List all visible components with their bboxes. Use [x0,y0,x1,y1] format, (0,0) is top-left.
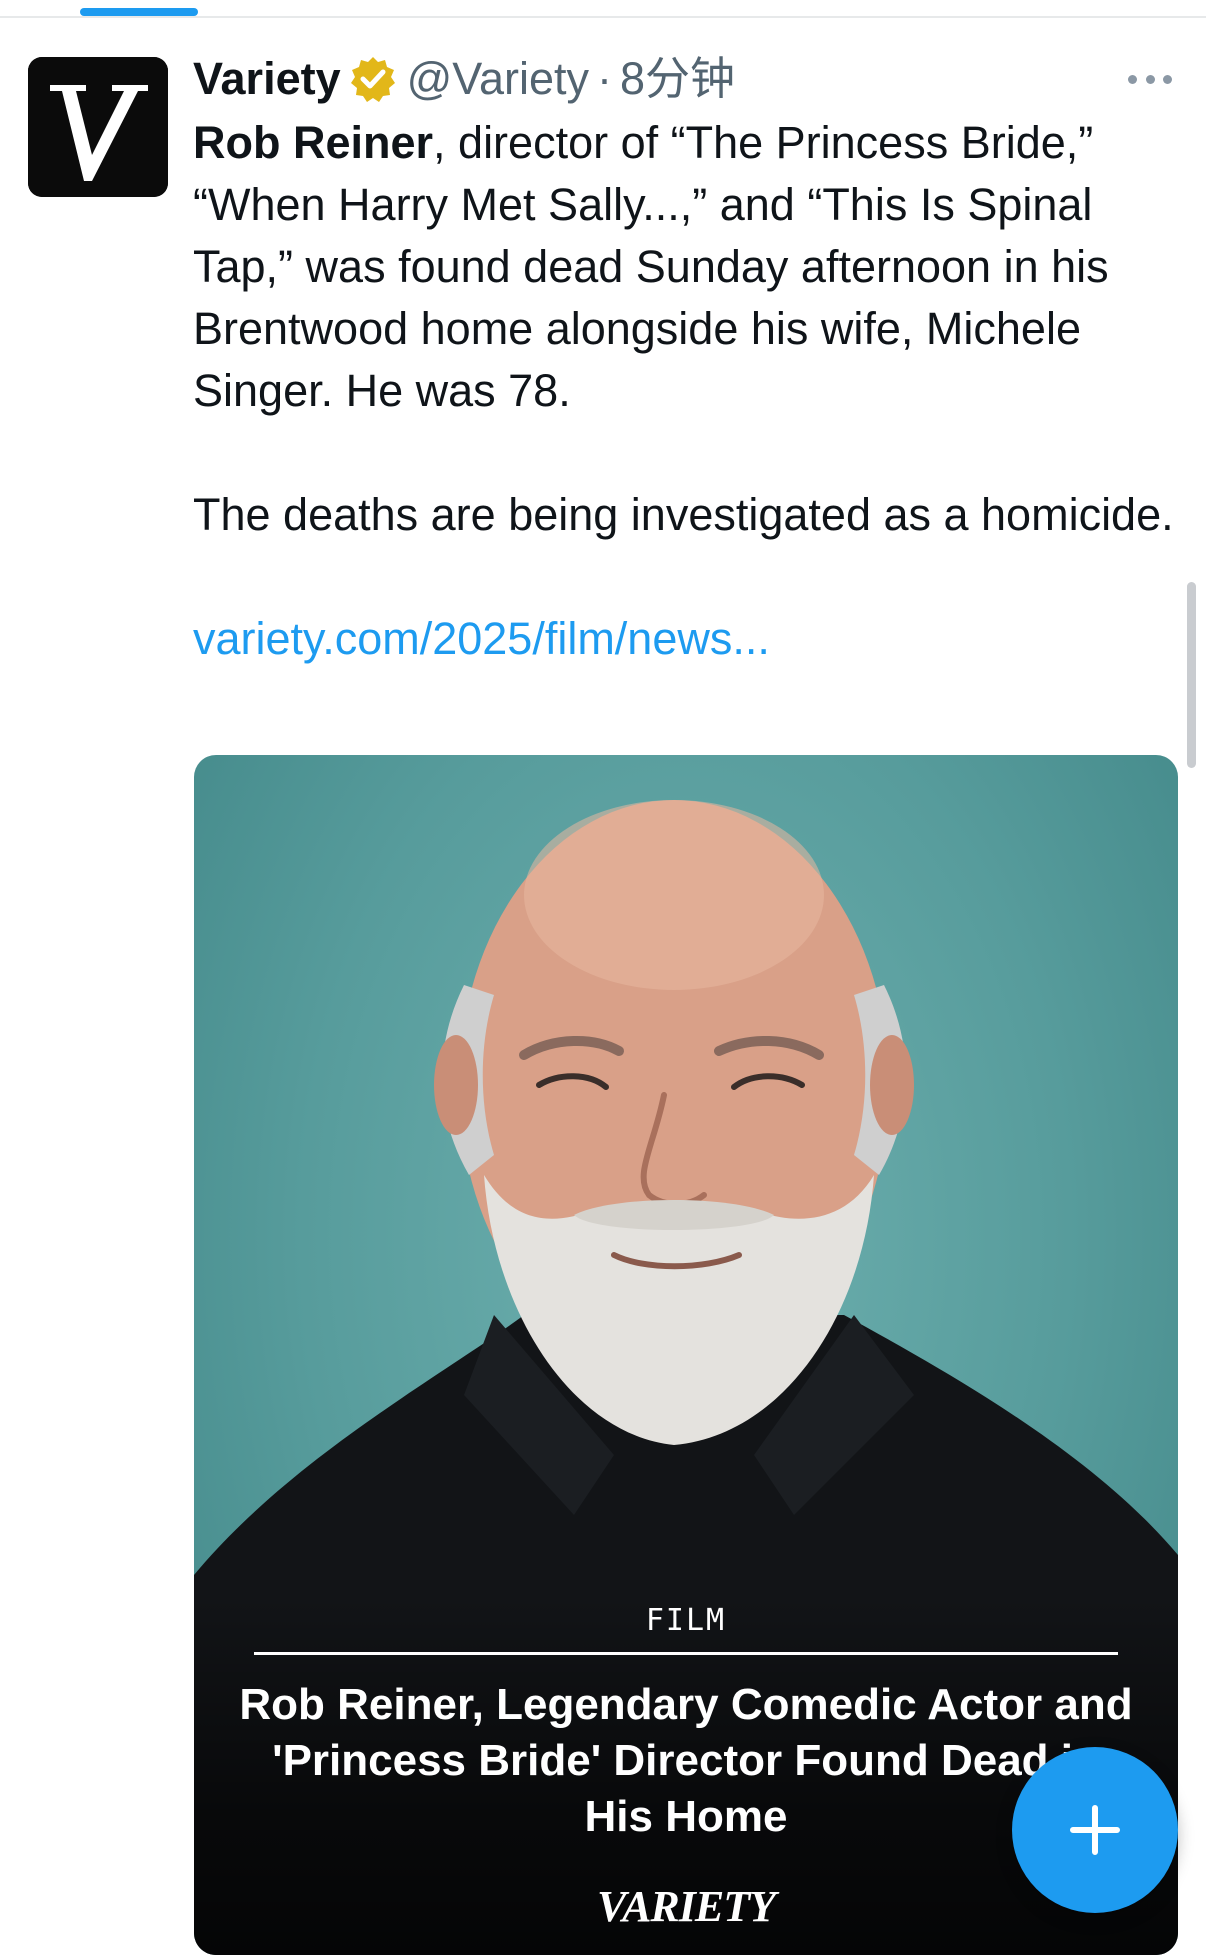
card-section-label: FILM [645,1603,727,1638]
tweet-paragraph-1: Rob Reiner, director of “The Princess Br… [193,112,1183,422]
media-card[interactable]: FILM Rob Reiner, Legendary Comedic Actor… [194,755,1178,1955]
tweet-paragraph-2: The deaths are being investigated as a h… [193,489,1174,540]
tweet-body: Rob Reiner, director of “The Princess Br… [193,112,1183,670]
variety-logo-icon [28,57,168,197]
top-divider [0,16,1206,18]
verified-badge-icon[interactable] [349,55,397,103]
avatar[interactable] [28,57,168,197]
more-options-icon[interactable] [1128,72,1172,86]
scrollbar-thumb[interactable] [1187,582,1196,768]
active-tab-indicator [80,8,198,16]
tweet-link[interactable]: variety.com/2025/film/news... [193,613,770,664]
tweet-bold-name: Rob Reiner [193,117,434,168]
user-handle[interactable]: @Variety [407,50,589,108]
separator-dot: · [597,53,613,104]
card-headline: Rob Reiner, Legendary Comedic Actor and … [239,1680,1133,1841]
tweet-header: Variety @Variety · 8分钟 [193,50,735,108]
display-name[interactable]: Variety [193,50,341,108]
compose-button[interactable] [1012,1747,1178,1913]
tweet-timestamp[interactable]: 8分钟 [620,50,735,108]
card-divider [254,1652,1118,1655]
card-brand-logo: VARIETY [596,1882,776,1931]
plus-icon [1070,1805,1120,1855]
